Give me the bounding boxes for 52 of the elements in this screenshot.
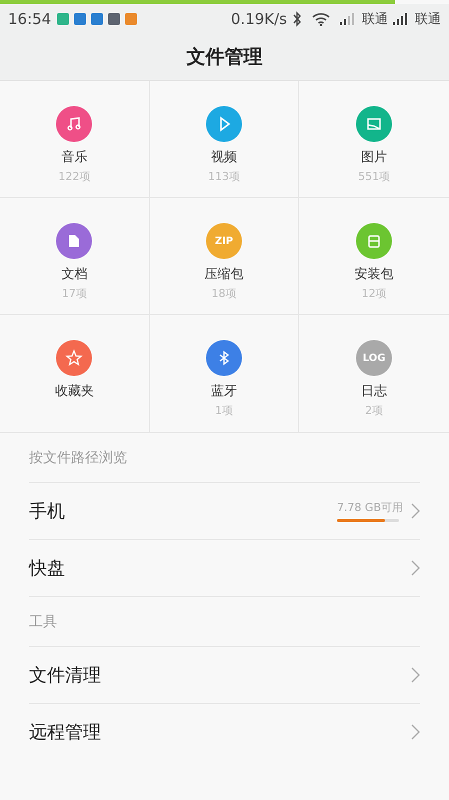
item-count: 2项 [365, 403, 384, 418]
item-count: 122项 [58, 169, 90, 184]
row-label: 手机 [29, 500, 66, 523]
category-tile[interactable]: 蓝牙 1项 [150, 315, 300, 432]
signal-icon [393, 13, 407, 25]
section-header: 按文件路径浏览 [29, 433, 420, 483]
section-header: 工具 [29, 597, 420, 647]
category-label: 蓝牙 [210, 383, 237, 400]
item-count: 12项 [362, 286, 387, 301]
category-tile[interactable]: 收藏夹 [0, 315, 150, 432]
screen-title: 文件管理 [186, 45, 262, 70]
category-tile[interactable]: LOG 日志 2项 [299, 315, 449, 432]
chevron-right-icon [411, 560, 420, 576]
item-count: 113项 [208, 169, 240, 184]
category-label: 文档 [61, 266, 88, 283]
carrier-name: 联通 [362, 11, 388, 28]
chevron-right-icon [411, 724, 420, 740]
row-label: 远程管理 [29, 721, 102, 744]
category-tile[interactable]: 安装包 12项 [299, 198, 449, 315]
zip-badge-icon: ZIP [206, 223, 242, 259]
item-count: 18项 [211, 286, 236, 301]
category-label: 日志 [361, 383, 388, 400]
row-label: 文件清理 [29, 664, 102, 687]
item-count: 1项 [214, 403, 233, 418]
category-tile[interactable]: 视频 113项 [150, 81, 300, 198]
signal-icon [340, 13, 354, 25]
carrier-name: 联通 [415, 11, 441, 28]
category-label: 图片 [361, 149, 388, 166]
chevron-right-icon [411, 667, 420, 683]
network-speed: 0.19K/s [230, 10, 287, 28]
list-row[interactable]: 文件清理 [29, 647, 420, 704]
category-tile[interactable]: 图片 551项 [299, 81, 449, 198]
category-label: 压缩包 [204, 266, 244, 283]
category-label: 安装包 [354, 266, 394, 283]
status-time: 16:54 [8, 10, 52, 28]
category-label: 音乐 [61, 149, 88, 166]
item-count: 17项 [62, 286, 87, 301]
item-count: 551项 [358, 169, 390, 184]
chevron-right-icon [411, 503, 420, 519]
log-badge-icon: LOG [356, 340, 392, 376]
category-tile[interactable]: ZIP 压缩包 18项 [150, 198, 300, 315]
storage-available: 7.78 GB可用 [336, 500, 403, 515]
list-row[interactable]: 快盘 [29, 540, 420, 597]
list-row[interactable]: 手机 7.78 GB可用 [29, 483, 420, 540]
category-label: 收藏夹 [54, 383, 94, 400]
list-row[interactable]: 远程管理 [29, 704, 420, 760]
category-tile[interactable]: 音乐 122项 [0, 81, 150, 198]
wifi-icon [312, 12, 330, 26]
bluetooth-icon [292, 11, 302, 27]
category-label: 视频 [210, 149, 237, 166]
row-label: 快盘 [29, 557, 66, 580]
category-tile[interactable]: 文档 17项 [0, 198, 150, 315]
